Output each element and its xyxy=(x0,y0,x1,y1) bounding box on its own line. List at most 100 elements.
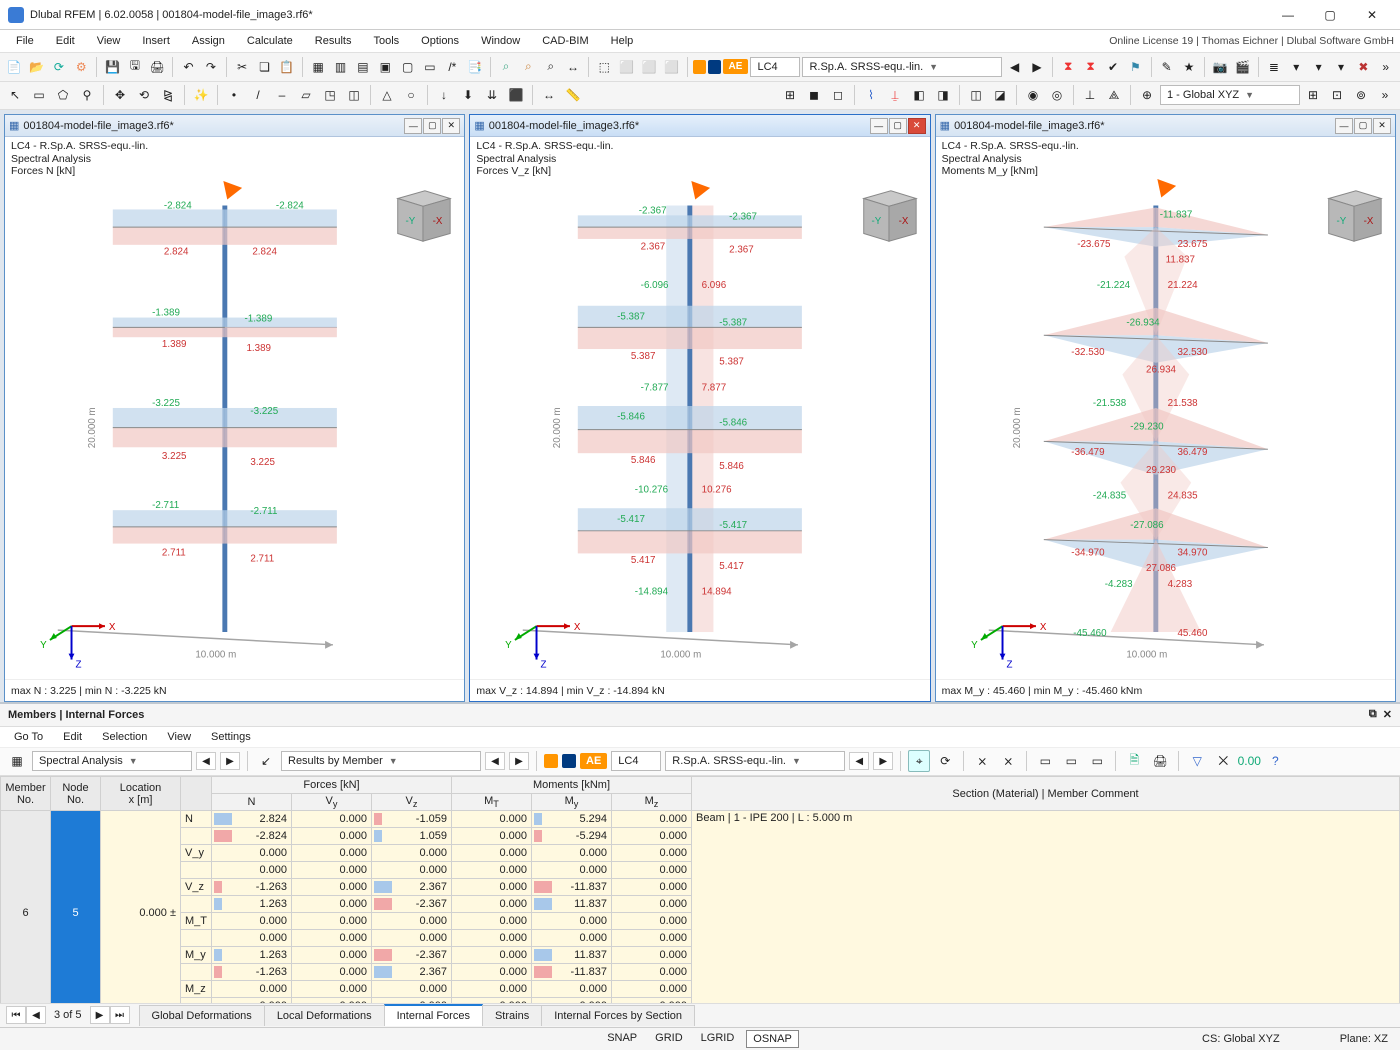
surface-icon[interactable]: ▱ xyxy=(295,84,317,106)
help-icon[interactable]: ? xyxy=(1264,750,1286,772)
lc-combo2[interactable]: LC4 xyxy=(611,751,661,771)
saveall-icon[interactable]: 🖫 xyxy=(125,56,145,78)
cell-value[interactable]: 0.000 xyxy=(292,862,372,879)
view-pane-moments-my[interactable]: ▦ 001804-model-file_image3.rf6* — ▢ ✕ LC… xyxy=(935,114,1396,702)
menu-edit[interactable]: Edit xyxy=(46,32,85,50)
pane-close-icon[interactable]: ✕ xyxy=(908,118,926,134)
orientation-cube[interactable]: -Y -X xyxy=(854,184,922,248)
cell-value[interactable]: 0.000 xyxy=(212,845,292,862)
print-icon[interactable]: 🖨 xyxy=(147,56,167,78)
cell-value[interactable]: 0.000 xyxy=(612,828,692,845)
table-surfaces-icon[interactable]: ▣ xyxy=(375,56,395,78)
analysis-type-combo[interactable]: Spectral Analysis▼ xyxy=(32,751,192,771)
addon-icon[interactable]: ★ xyxy=(1179,56,1199,78)
more2-icon[interactable]: ▾ xyxy=(1308,56,1328,78)
cell-value[interactable]: 0.000 xyxy=(612,947,692,964)
cell-value[interactable]: 0.000 xyxy=(292,930,372,947)
node-icon[interactable]: • xyxy=(223,84,245,106)
visibility2-icon[interactable]: ◎ xyxy=(1046,84,1068,106)
result-int-icon[interactable]: ⍊ xyxy=(884,84,906,106)
swatch-blue-icon[interactable] xyxy=(708,60,721,74)
wireframe-icon[interactable]: ⊞ xyxy=(779,84,801,106)
menu-results[interactable]: Results xyxy=(305,32,362,50)
osnap-icon[interactable]: ⊚ xyxy=(1350,84,1372,106)
pane-max-icon[interactable]: ▢ xyxy=(423,118,441,134)
cell-value[interactable]: 0.000 xyxy=(212,998,292,1003)
ae-badge[interactable]: AE xyxy=(580,753,607,769)
nav-next3[interactable]: ▶ xyxy=(873,752,893,770)
results-values-icon[interactable]: ⚑ xyxy=(1125,56,1145,78)
view-pane-forces-n[interactable]: ▦ 001804-model-file_image3.rf6* — ▢ ✕ LC… xyxy=(4,114,465,702)
result-def-icon[interactable]: ⌇ xyxy=(860,84,882,106)
cell-value[interactable]: 0.000 xyxy=(452,828,532,845)
cell-value[interactable]: 5.294 xyxy=(532,811,612,828)
cell-value[interactable]: -2.824 xyxy=(212,828,292,845)
table-row[interactable]: 650.000 ±N2.8240.000-1.0590.0005.2940.00… xyxy=(1,811,1400,828)
support-icon[interactable]: △ xyxy=(376,84,398,106)
load-line-icon[interactable]: ⬇ xyxy=(457,84,479,106)
view-y-icon[interactable]: ⬜ xyxy=(639,56,659,78)
cell-value[interactable]: 0.000 xyxy=(532,845,612,862)
pane-min-icon[interactable]: — xyxy=(404,118,422,134)
menu-options[interactable]: Options xyxy=(411,32,469,50)
view-iso-icon[interactable]: ⬚ xyxy=(594,56,614,78)
dim-icon[interactable]: ↔ xyxy=(538,84,560,106)
tab-internal-forces[interactable]: Internal Forces xyxy=(384,1004,483,1026)
load-surface-icon[interactable]: ⬛ xyxy=(505,84,527,106)
nav-prev[interactable]: ◀ xyxy=(26,1006,46,1024)
cell-value[interactable]: 0.000 xyxy=(292,879,372,896)
select-spec-icon[interactable]: ⚲ xyxy=(76,84,98,106)
result-color-icon[interactable]: ◧ xyxy=(908,84,930,106)
cell-value[interactable]: -2.367 xyxy=(372,896,452,913)
pane-close-icon[interactable]: ✕ xyxy=(442,118,460,134)
menu-window[interactable]: Window xyxy=(471,32,530,50)
decimals-icon[interactable]: 0.00 xyxy=(1238,750,1260,772)
loadcase-desc-combo[interactable]: R.Sp.A. SRSS-equ.-lin.▼ xyxy=(802,57,1002,77)
cell-value[interactable]: 1.059 xyxy=(372,828,452,845)
cell-value[interactable]: 0.000 xyxy=(292,964,372,981)
gear-icon[interactable]: ⚙ xyxy=(71,56,91,78)
select-icon[interactable]: ↖ xyxy=(4,84,26,106)
menu-help[interactable]: Help xyxy=(601,32,644,50)
cell-value[interactable]: 2.367 xyxy=(372,879,452,896)
nav-next2[interactable]: ▶ xyxy=(509,752,529,770)
cell-value[interactable]: 0.000 xyxy=(532,981,612,998)
cell-value[interactable]: 1.263 xyxy=(212,896,292,913)
th-forces[interactable]: Forces [kN] xyxy=(212,777,452,794)
cell-value[interactable]: 0.000 xyxy=(452,964,532,981)
cell-value[interactable]: 0.000 xyxy=(612,845,692,862)
line-icon[interactable]: / xyxy=(247,84,269,106)
cell-value[interactable]: 11.837 xyxy=(532,896,612,913)
nav-last[interactable]: ⏭ xyxy=(110,1006,130,1024)
cut-icon[interactable]: ✂ xyxy=(232,56,252,78)
solid-view-icon[interactable]: ◼ xyxy=(803,84,825,106)
save-icon[interactable]: 💾 xyxy=(102,56,122,78)
table-solids-icon[interactable]: ▢ xyxy=(397,56,417,78)
panel-menu-goto[interactable]: Go To xyxy=(6,729,51,745)
menu-view[interactable]: View xyxy=(87,32,131,50)
cell-value[interactable]: 0.000 xyxy=(452,947,532,964)
menu-file[interactable]: File xyxy=(6,32,44,50)
cell-node-no[interactable]: 5 xyxy=(51,811,101,1003)
cell-value[interactable]: 11.837 xyxy=(532,947,612,964)
cell-value[interactable]: 2.367 xyxy=(372,964,452,981)
menu-assign[interactable]: Assign xyxy=(182,32,235,50)
calc-all-icon[interactable]: ⧗ xyxy=(1080,56,1100,78)
snap-LGRID[interactable]: LGRID xyxy=(695,1030,741,1048)
swatch-orange-icon[interactable] xyxy=(693,60,706,74)
cell-value[interactable]: 0.000 xyxy=(452,879,532,896)
ortho-icon[interactable]: ⊥ xyxy=(1079,84,1101,106)
overflow2-icon[interactable]: » xyxy=(1374,84,1396,106)
minimize-button[interactable]: — xyxy=(1268,3,1308,27)
rotate-icon[interactable]: ⟲ xyxy=(133,84,155,106)
snap-icon[interactable]: ⊡ xyxy=(1326,84,1348,106)
persp-icon[interactable]: ⟁ xyxy=(1103,84,1125,106)
opening-icon[interactable]: ◫ xyxy=(343,84,365,106)
menu-tools[interactable]: Tools xyxy=(363,32,409,50)
pane-max-icon[interactable]: ▢ xyxy=(889,118,907,134)
cell-value[interactable]: 0.000 xyxy=(452,930,532,947)
tab-internal-forces-section[interactable]: Internal Forces by Section xyxy=(541,1005,695,1026)
copy-icon[interactable]: ❏ xyxy=(254,56,274,78)
cell-value[interactable]: 0.000 xyxy=(292,845,372,862)
view-x-icon[interactable]: ⬜ xyxy=(617,56,637,78)
